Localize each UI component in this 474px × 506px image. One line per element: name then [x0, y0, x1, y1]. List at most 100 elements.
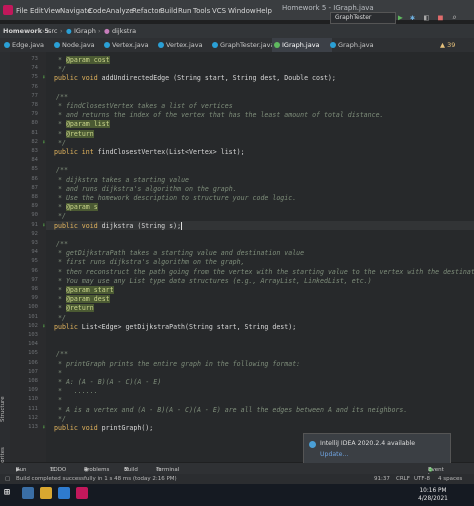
breadcrumb-src[interactable]: src: [48, 27, 58, 35]
code-line[interactable]: * @param list: [58, 120, 110, 129]
play-icon[interactable]: ▶: [398, 13, 403, 22]
code-line[interactable]: *: [58, 369, 62, 377]
menu-build[interactable]: Build: [160, 7, 178, 15]
windows-start-icon[interactable]: ⊞: [4, 488, 14, 498]
code-line[interactable]: * dijkstra takes a starting value: [58, 176, 189, 184]
menu-file[interactable]: File: [16, 7, 28, 15]
editor-gutter: 73 74 75 76 77 78 79 80 81 82 83 84 85 86 87 88 89 90 91 92…: [10, 52, 46, 462]
code-editor[interactable]: * @param cost */public void addUndirected…: [46, 52, 474, 462]
breadcrumb-dijkstra[interactable]: dijkstra: [112, 27, 136, 35]
menu-analyze[interactable]: Analyze: [106, 7, 134, 15]
menu-code[interactable]: Code: [88, 7, 106, 15]
javadoc-tag: dest: [89, 295, 110, 304]
line-number: 84: [31, 157, 38, 164]
breadcrumb-igraph[interactable]: IGraph: [74, 27, 96, 35]
menu-window[interactable]: Window: [228, 7, 256, 15]
javadoc-tag: @param: [65, 286, 90, 294]
caret-position[interactable]: 91:37: [374, 476, 390, 482]
indent-setting[interactable]: 4 spaces: [438, 476, 462, 482]
run-configuration-select[interactable]: GraphTester: [330, 12, 396, 24]
code-line[interactable]: */: [58, 314, 66, 322]
search-icon[interactable]: ⌕: [452, 13, 457, 22]
javadoc-tag: @return: [65, 129, 94, 138]
code-line[interactable]: * findClosestVertex takes a list of vert…: [58, 102, 233, 110]
line-number: 106: [28, 359, 38, 366]
code-line[interactable]: * and runs dijkstra's algorithm on the g…: [58, 185, 237, 193]
tab-graphtester-java[interactable]: GraphTester.java: [210, 38, 278, 52]
code-text: *: [58, 286, 66, 294]
code-line[interactable]: * @return: [58, 129, 94, 138]
line-separator[interactable]: CRLF: [396, 476, 410, 482]
code-line[interactable]: * @param cost: [58, 56, 110, 64]
menu-navigate[interactable]: Navigate: [60, 7, 91, 15]
code-line[interactable]: */: [58, 415, 66, 423]
browser-icon[interactable]: [58, 487, 70, 499]
update-link[interactable]: Update...: [320, 451, 348, 458]
chevron-right-icon: ›: [60, 27, 63, 35]
code-line[interactable]: * @return: [58, 304, 94, 313]
code-line[interactable]: * A is a vertex and (A - B)(A - C)(A - E…: [58, 406, 407, 414]
taskbar-clock[interactable]: 10:16 PM 4/28/2021: [408, 487, 458, 503]
code-line[interactable]: public void dijkstra (String s);: [54, 221, 183, 230]
search-taskbar-icon[interactable]: [22, 487, 34, 499]
code-line[interactable]: * A: (A - B)(A - C)(A - E): [58, 378, 161, 386]
javadoc-tag: @param: [65, 203, 90, 212]
code-line[interactable]: public void printGraph();: [54, 424, 153, 432]
menu-tools[interactable]: Tools: [193, 7, 210, 15]
code-line[interactable]: public List<Edge> getDijkstraPath(String…: [54, 323, 296, 331]
structure-tool-tab[interactable]: Structure: [0, 382, 10, 422]
keyword: public: [54, 322, 82, 331]
menu-view[interactable]: View: [44, 7, 61, 15]
code-line[interactable]: public void addUndirectedEdge (String st…: [54, 74, 336, 82]
code-line[interactable]: * Use the homework description to struct…: [58, 194, 296, 202]
code-line[interactable]: /**: [56, 240, 68, 248]
code-line[interactable]: */: [58, 212, 66, 220]
status-icon: ▢: [5, 476, 11, 482]
menu-edit[interactable]: Edit: [30, 7, 44, 15]
tab-node-java[interactable]: Node.java: [52, 38, 106, 52]
line-number: 107: [28, 368, 38, 375]
status-message[interactable]: Build completed successfully in 1 s 48 m…: [16, 476, 177, 482]
bug-icon[interactable]: ✱: [410, 13, 415, 22]
code-line[interactable]: * You may use any List type data structu…: [58, 277, 372, 285]
code-text: */: [58, 212, 66, 221]
tab-edge-java[interactable]: Edge.java: [2, 38, 56, 52]
code-text: * printGraph prints the entire graph in …: [58, 359, 301, 368]
code-line[interactable]: /**: [56, 93, 68, 101]
code-line[interactable]: * @param dest: [58, 295, 110, 304]
coverage-icon[interactable]: ◧: [424, 13, 429, 22]
line-number: 80: [31, 120, 38, 127]
file-encoding[interactable]: UTF-8: [414, 476, 430, 482]
update-notification[interactable]: IntelliJ IDEA 2020.2.4 available Update.…: [303, 433, 451, 465]
tab-vertex-java[interactable]: Vertex.java: [102, 38, 160, 52]
code-line[interactable]: */: [58, 65, 66, 73]
code-line[interactable]: * @param s: [58, 203, 98, 212]
javadoc-tag: s: [89, 203, 98, 212]
intellij-taskbar-icon[interactable]: [76, 487, 88, 499]
code-text: * You may use any List type data structu…: [58, 276, 372, 285]
code-line[interactable]: * printGraph prints the entire graph in …: [58, 360, 300, 368]
code-line[interactable]: public int findClosestVertex(List<Vertex…: [54, 148, 245, 156]
menu-refactor[interactable]: Refactor: [132, 7, 161, 15]
code-line[interactable]: * then reconstruct the path going from t…: [58, 268, 474, 276]
code-line[interactable]: */: [58, 139, 66, 147]
code-text: * A: (A - B)(A - C)(A - E): [58, 378, 162, 386]
tab-graph-java[interactable]: Graph.java: [328, 38, 386, 52]
line-number: 101: [28, 313, 38, 320]
file-explorer-icon[interactable]: [40, 487, 52, 499]
menu-help[interactable]: Help: [256, 7, 272, 15]
menu-vcs[interactable]: VCS: [212, 7, 226, 15]
code-line[interactable]: *: [58, 396, 62, 404]
inspection-warnings[interactable]: ▲ 39: [440, 41, 455, 49]
code-line[interactable]: * first runs dijkstra's algorithm on the…: [58, 258, 245, 266]
code-line[interactable]: * @param start: [58, 286, 114, 294]
javadoc-tag: @param: [65, 56, 90, 64]
code-line[interactable]: * getDijkstraPath takes a starting value…: [58, 249, 304, 257]
code-line[interactable]: /**: [56, 350, 68, 358]
menu-run[interactable]: Run: [178, 7, 191, 15]
code-line[interactable]: /**: [56, 166, 68, 174]
code-line[interactable]: * ......: [58, 387, 98, 395]
code-line[interactable]: * and returns the index of the vertex th…: [58, 111, 384, 119]
stop-icon[interactable]: ■: [438, 13, 443, 22]
tab-vertex-java-2[interactable]: Vertex.java: [156, 38, 214, 52]
